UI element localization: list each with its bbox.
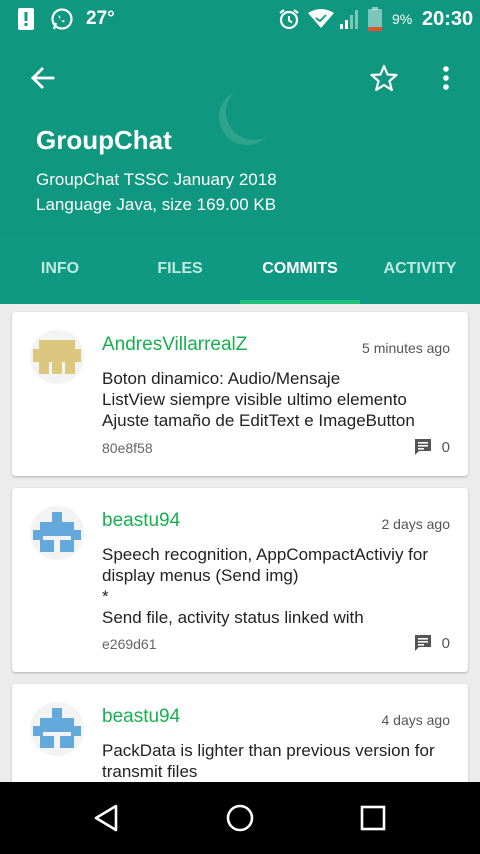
commit-message: Speech recognition, AppCompactActiviy fo… [102, 545, 429, 627]
avatar [30, 506, 84, 560]
arrow-back-icon [31, 67, 55, 89]
commit-author[interactable]: beastu94 [102, 706, 180, 728]
repo-title: GroupChat [36, 125, 172, 155]
commit-card[interactable]: beastu94 4 days ago PackData is lighter … [12, 684, 468, 782]
tab-activity[interactable]: ACTIVITY [360, 234, 480, 304]
commit-time: 2 days ago [381, 516, 451, 532]
more-vert-icon [443, 66, 449, 90]
comment-icon [414, 439, 431, 455]
commit-list[interactable]: AndresVillarrealZ 5 minutes ago Boton di… [0, 304, 480, 782]
repo-info: Language Java, size 169.00 KB [36, 195, 277, 214]
battery-icon [368, 0, 382, 38]
commit-card[interactable]: AndresVillarrealZ 5 minutes ago Boton di… [12, 312, 468, 476]
comment-count[interactable]: 0 [414, 634, 450, 652]
tab-info[interactable]: INFO [0, 234, 120, 304]
whatsapp-icon [50, 0, 74, 38]
nav-recents-button[interactable] [345, 794, 401, 842]
tab-info-label: INFO [40, 260, 80, 277]
clock-time: 20:30 [422, 7, 474, 30]
alert-icon [18, 0, 34, 38]
commit-time: 5 minutes ago [362, 340, 450, 356]
avatar [30, 330, 84, 384]
tab-commits[interactable]: COMMITS [240, 234, 360, 304]
comment-icon [414, 635, 431, 651]
app-header: 27° 9% 20:30 GroupChat GroupChat TSSC Ja… [0, 0, 480, 304]
tab-activity-label: ACTIVITY [383, 260, 457, 277]
nav-back-button[interactable] [78, 794, 134, 842]
comment-count-value: 0 [441, 438, 450, 456]
commit-message: Boton dinamico: Audio/Mensaje ListView s… [102, 369, 415, 430]
star-outline-icon [370, 64, 398, 92]
nav-home-button[interactable] [212, 794, 268, 842]
commit-card[interactable]: beastu94 2 days ago Speech recognition, … [12, 488, 468, 672]
overflow-menu-button[interactable] [422, 54, 470, 102]
tab-files[interactable]: FILES [120, 234, 240, 304]
alarm-icon [278, 0, 300, 38]
tab-commits-label: COMMITS [262, 260, 338, 277]
comment-count-value: 0 [441, 634, 450, 652]
wifi-icon [308, 0, 334, 38]
header-background-decoration [226, 84, 282, 140]
commit-sha: 80e8f58 [102, 440, 153, 456]
repo-description: GroupChat TSSC January 2018 [36, 170, 277, 189]
tab-bar: INFO FILES COMMITS ACTIVITY [0, 234, 480, 304]
commit-message: PackData is lighter than previous versio… [102, 741, 435, 781]
status-bar: 27° 9% 20:30 [0, 0, 480, 38]
tab-files-label: FILES [157, 260, 203, 277]
system-nav-bar [0, 782, 480, 854]
comment-count[interactable]: 0 [414, 438, 450, 456]
commit-author[interactable]: beastu94 [102, 510, 180, 532]
battery-percent: 9% [392, 11, 413, 27]
nav-home-icon [226, 804, 254, 832]
nav-back-icon [94, 804, 118, 832]
back-button[interactable] [18, 54, 66, 102]
nav-recents-icon [360, 805, 386, 831]
avatar [30, 702, 84, 756]
signal-icon [340, 0, 360, 38]
commit-author[interactable]: AndresVillarrealZ [102, 334, 247, 356]
commit-sha: e269d61 [102, 636, 157, 652]
star-button[interactable] [360, 54, 408, 102]
temperature-text: 27° [86, 8, 115, 29]
commit-time: 4 days ago [381, 712, 451, 728]
